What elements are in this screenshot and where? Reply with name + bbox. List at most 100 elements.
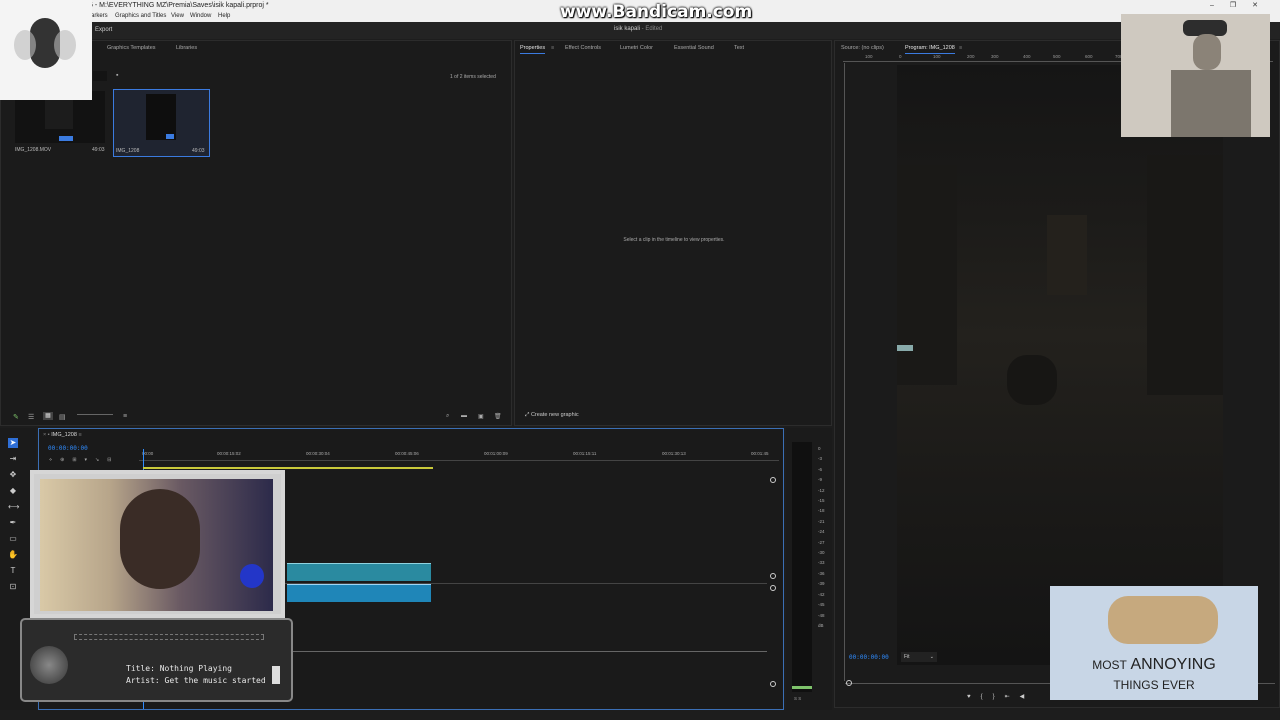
meter-scale-label: -39	[818, 581, 825, 587]
caption-tool-icon[interactable]: ⊡	[8, 582, 18, 592]
tab-source[interactable]: Source: (no clips)	[841, 41, 884, 55]
scroll-handle[interactable]	[770, 681, 776, 687]
icon-view-icon[interactable]: ▦	[43, 412, 53, 420]
list-view-icon[interactable]: ☰	[28, 413, 34, 421]
fit-dropdown[interactable]: Fit ⌄	[901, 652, 937, 662]
timeline-toolbar[interactable]: ⋄⊕⊞▾↘⊟	[49, 457, 119, 463]
ruler-label: 00:01:00:09	[484, 451, 508, 456]
ruler-tick: 400	[1023, 54, 1031, 59]
new-item-icon[interactable]: ▣	[478, 413, 484, 420]
new-folder-icon[interactable]: ▬	[461, 413, 467, 419]
webcam-overlay	[30, 470, 285, 618]
window-controls[interactable]: –❐✕	[1210, 0, 1274, 11]
tab-menu-icon[interactable]: ≡	[78, 432, 81, 438]
audio-clip[interactable]	[287, 584, 431, 602]
toilet-roll-image	[1108, 596, 1218, 644]
meme-line2: THINGS EVER	[1113, 678, 1195, 692]
track-artist: Artist: Get the music started	[126, 676, 266, 685]
curtain-right	[1147, 155, 1223, 395]
freeform-view-icon[interactable]: ▤	[59, 413, 66, 421]
new-bin-icon[interactable]: ▪	[116, 72, 118, 79]
pen-tool-icon[interactable]: ✒	[8, 518, 18, 528]
video-clip[interactable]	[287, 563, 431, 581]
trash-icon[interactable]: 🗑	[494, 413, 502, 420]
ripple-edit-icon[interactable]: ✥	[8, 470, 18, 480]
slip-tool-icon[interactable]: ⟷	[8, 502, 19, 512]
track-title: Title: Nothing Playing	[126, 664, 232, 673]
menu-graphics-titles[interactable]: Graphics and Titles	[115, 11, 166, 22]
meter-scale: 0 -3 -6 -9 -12 -15 -18 -21 -24 -27 -30 -33 -36 -39 -42…	[818, 444, 830, 631]
meter-scale-label: -30	[818, 550, 825, 556]
rectangle-tool-icon[interactable]: ▭	[8, 534, 18, 544]
ruler-tick: 100	[933, 54, 941, 59]
playhead-handle[interactable]	[846, 680, 852, 686]
meter-scale-label: -27	[818, 539, 825, 545]
track-select-icon[interactable]: ⇥	[8, 454, 18, 464]
selection-tool-icon[interactable]: ➤	[8, 438, 18, 448]
close-icon[interactable]: ✕	[1252, 2, 1274, 9]
ruler-label: 00:00:45:06	[395, 451, 419, 456]
time-ruler[interactable]: 00:00 00:00:15:02 00:00:30:04 00:00:45:0…	[139, 449, 779, 461]
meter-bars	[792, 442, 812, 692]
create-graphic-label: Create new graphic	[530, 412, 579, 418]
tab-program[interactable]: Program: IMG_1208	[905, 41, 955, 55]
meter-scale-label: dB	[818, 622, 824, 628]
ruler-label: 00:01:45	[751, 451, 769, 456]
razor-icon[interactable]: ◆	[8, 486, 18, 496]
fly-sticker	[0, 0, 92, 100]
menu-markers[interactable]: arkers	[91, 11, 108, 22]
work-area-bar[interactable]	[143, 467, 433, 469]
tab-graphics-templates[interactable]: Graphics Templates	[107, 41, 156, 55]
clip-name: IMG_1208.MOV	[15, 147, 52, 153]
sort-icon[interactable]: ≡	[123, 413, 127, 420]
fly-wing	[14, 30, 36, 60]
menu-view[interactable]: View	[171, 11, 184, 22]
tab-libraries[interactable]: Libraries	[176, 41, 197, 55]
zoom-slider[interactable]	[77, 414, 113, 418]
ruler-label: 00:00:30:04	[306, 451, 330, 456]
program-timecode[interactable]: 00:00:00:00	[849, 654, 889, 661]
properties-panel: Properties ≡ Effect Controls Lumetri Col…	[514, 40, 832, 426]
transport-controls[interactable]: ♥{}⇤◀	[967, 693, 1034, 700]
tab-menu-icon[interactable]: ≡	[959, 41, 962, 55]
sequence-name: IMG_1208	[116, 148, 140, 154]
scroll-handle[interactable]	[770, 573, 776, 579]
project-title: isik kapali - Edited	[614, 26, 662, 32]
meter-scale-label: -36	[818, 570, 825, 576]
vertical-ruler	[837, 63, 845, 681]
export-tab[interactable]: Export	[95, 27, 112, 33]
scroll-handle[interactable]	[770, 585, 776, 591]
face	[1193, 34, 1221, 70]
tab-properties[interactable]: Properties	[520, 41, 546, 55]
sequence-tab[interactable]: × ▪ IMG_1208 ≡	[43, 432, 82, 438]
sequence-thumbnail-selected[interactable]: IMG_1208 49:03	[113, 89, 210, 157]
maximize-icon[interactable]: ❐	[1230, 2, 1252, 9]
project-name: isik kapali	[614, 26, 641, 32]
tab-menu-icon[interactable]: ≡	[551, 41, 554, 55]
menu-help[interactable]: Help	[218, 11, 230, 22]
sequence-badge-icon	[166, 134, 174, 139]
minimize-icon[interactable]: –	[1210, 2, 1230, 9]
app-header: Export isik kapali - Edited	[0, 22, 1280, 39]
tab-lumetri-color[interactable]: Lumetri Color	[620, 41, 653, 55]
meter-scale-label: -48	[818, 612, 825, 618]
hand-tool-icon[interactable]: ✋	[8, 550, 18, 560]
meme-line1: MOST ANNOYING	[1050, 656, 1258, 674]
close-icon[interactable]: × ▪	[43, 432, 51, 438]
meter-scale-label: -24	[818, 529, 825, 535]
find-icon[interactable]: ⌕	[446, 413, 449, 420]
type-tool-icon[interactable]: T	[8, 566, 18, 576]
tab-effect-controls[interactable]: Effect Controls	[565, 41, 601, 55]
menu-window[interactable]: Window	[190, 11, 211, 22]
search-field[interactable]	[93, 71, 107, 81]
scroll-handle[interactable]	[770, 477, 776, 483]
shirt	[1171, 70, 1251, 137]
create-graphic-button[interactable]: ⤢ Create new graphic	[525, 412, 579, 419]
tab-essential-sound[interactable]: Essential Sound	[674, 41, 714, 55]
track-divider	[279, 583, 767, 584]
curtain-left	[897, 165, 957, 385]
timeline-timecode[interactable]: 00:00:00:00	[48, 445, 88, 452]
pencil-icon[interactable]: ✎	[13, 413, 19, 421]
tab-text[interactable]: Text	[734, 41, 744, 55]
ruler-tick: 500	[1053, 54, 1061, 59]
